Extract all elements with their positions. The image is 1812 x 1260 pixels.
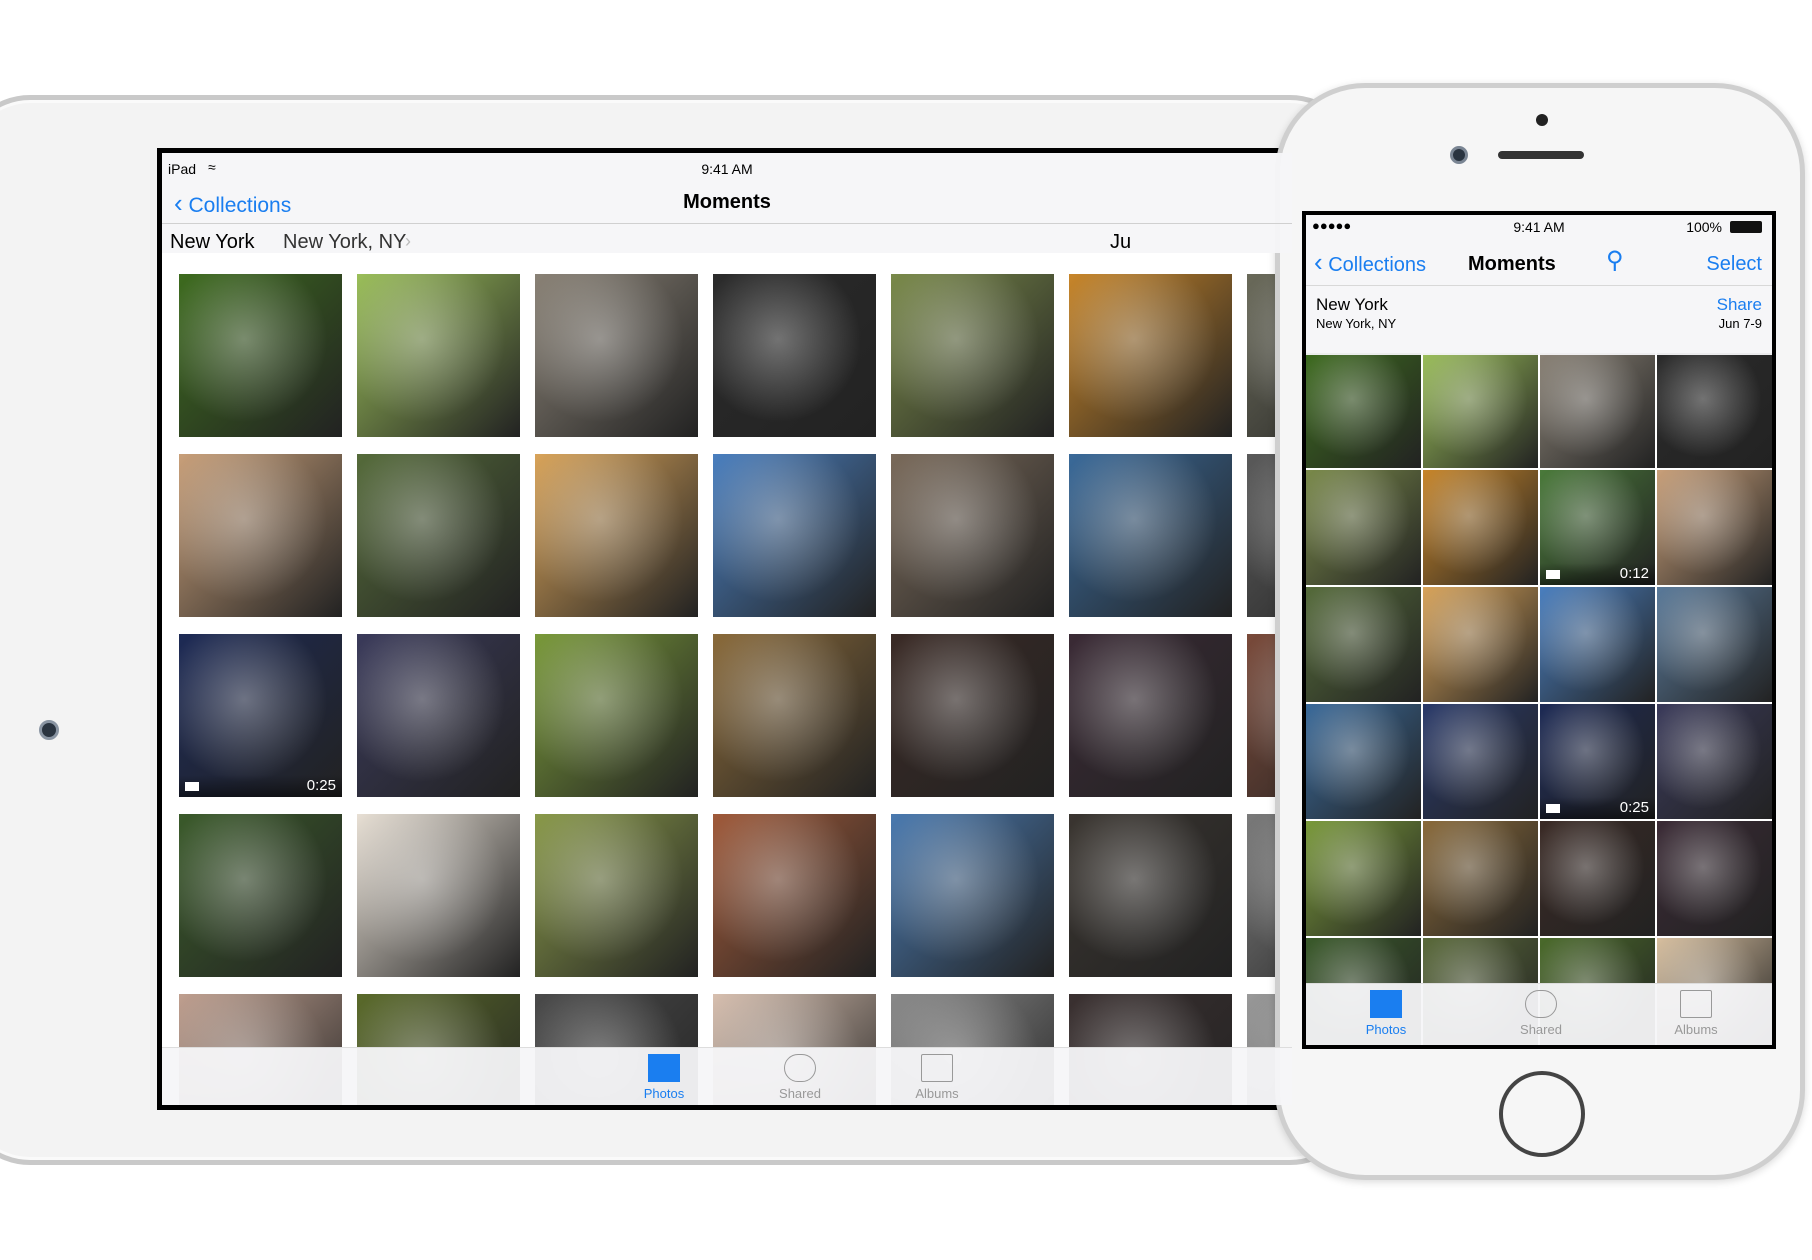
iphone-camera	[1450, 146, 1468, 164]
photo-thumbnail[interactable]	[1657, 704, 1772, 819]
back-label: Collections	[1328, 254, 1427, 276]
photo-thumbnail[interactable]	[179, 454, 342, 617]
status-time: 9:41 AM	[701, 161, 753, 177]
tab-label: Shared	[1520, 1022, 1562, 1037]
iphone-nav-bar: ●●●●● 9:41 AM 100% ‹ Collections Moments…	[1306, 215, 1772, 355]
share-button[interactable]: Share	[1717, 295, 1762, 315]
video-camera-icon	[1546, 804, 1560, 813]
photo-thumbnail[interactable]	[1069, 814, 1232, 977]
chevron-right-icon: ›	[405, 231, 411, 251]
photo-thumbnail[interactable]	[1540, 821, 1655, 936]
photos-icon	[648, 1054, 680, 1082]
photo-thumbnail[interactable]	[891, 454, 1054, 617]
battery-label: 100%	[1686, 219, 1722, 235]
photo-thumbnail[interactable]	[535, 454, 698, 617]
tab-label: Albums	[915, 1086, 959, 1101]
photo-thumbnail[interactable]	[357, 274, 520, 437]
photo-thumbnail[interactable]	[1657, 470, 1772, 585]
photo-thumbnail[interactable]	[1423, 587, 1538, 702]
ipad-screen: iPad ≈ 9:41 AM ‹ Collections Moments New…	[157, 148, 1297, 1110]
iphone-tab-bar: Photos Shared Albums	[1306, 983, 1772, 1045]
photo-thumbnail[interactable]	[179, 274, 342, 437]
video-duration: 0:25	[1540, 797, 1655, 819]
photo-thumbnail[interactable]	[713, 634, 876, 797]
section-date: Ju	[1110, 231, 1132, 253]
photo-thumbnail[interactable]	[357, 814, 520, 977]
photo-thumbnail[interactable]: 0:12	[1540, 470, 1655, 585]
photo-thumbnail[interactable]	[1306, 704, 1421, 819]
photo-thumbnail[interactable]	[357, 454, 520, 617]
section-location-link[interactable]: New York, NY	[283, 231, 406, 254]
ipad-camera	[39, 720, 59, 740]
tab-photos[interactable]: Photos	[1351, 990, 1421, 1037]
photo-thumbnail[interactable]	[1540, 353, 1655, 468]
tab-label: Photos	[643, 1086, 685, 1101]
photo-thumbnail[interactable]	[535, 634, 698, 797]
photo-thumbnail[interactable]: 0:25	[179, 634, 342, 797]
photo-thumbnail[interactable]	[535, 814, 698, 977]
tab-shared[interactable]: Shared	[765, 1054, 835, 1101]
photo-thumbnail[interactable]	[1069, 454, 1232, 617]
tab-label: Albums	[1674, 1022, 1718, 1037]
photo-thumbnail[interactable]	[1657, 821, 1772, 936]
chevron-left-icon: ‹	[1314, 247, 1323, 277]
page-title: Moments	[1468, 253, 1556, 275]
photo-thumbnail[interactable]	[891, 274, 1054, 437]
iphone-speaker	[1498, 151, 1584, 159]
tab-label: Photos	[1365, 1022, 1407, 1037]
photo-thumbnail[interactable]	[891, 814, 1054, 977]
photo-thumbnail[interactable]	[1306, 353, 1421, 468]
photo-thumbnail[interactable]	[713, 454, 876, 617]
photo-thumbnail[interactable]	[1540, 587, 1655, 702]
albums-icon	[921, 1054, 953, 1082]
video-camera-icon	[185, 782, 199, 791]
tab-albums[interactable]: Albums	[1661, 990, 1731, 1037]
search-icon[interactable]: ⚲	[1606, 246, 1624, 275]
photo-thumbnail[interactable]	[1423, 470, 1538, 585]
cloud-icon	[1525, 990, 1557, 1018]
photo-thumbnail[interactable]	[1423, 821, 1538, 936]
video-duration: 0:12	[1540, 563, 1655, 585]
photo-thumbnail[interactable]	[1423, 353, 1538, 468]
photo-thumbnail[interactable]	[891, 634, 1054, 797]
section-location-link[interactable]: New York, NY	[1316, 316, 1396, 331]
photo-thumbnail[interactable]	[357, 634, 520, 797]
video-duration: 0:25	[179, 775, 342, 797]
photo-thumbnail[interactable]	[1306, 821, 1421, 936]
photo-thumbnail[interactable]	[1069, 634, 1232, 797]
photo-thumbnail[interactable]	[713, 274, 876, 437]
section-title: New York	[1316, 295, 1388, 314]
photo-thumbnail[interactable]	[1657, 587, 1772, 702]
iphone-screen: ●●●●● 9:41 AM 100% ‹ Collections Moments…	[1302, 211, 1776, 1049]
photos-icon	[1370, 990, 1402, 1018]
tab-photos[interactable]: Photos	[629, 1054, 699, 1101]
section-title: New York	[170, 231, 255, 253]
battery-icon	[1730, 221, 1762, 233]
photo-thumbnail[interactable]: 0:25	[1540, 704, 1655, 819]
albums-icon	[1680, 990, 1712, 1018]
tab-albums[interactable]: Albums	[902, 1054, 972, 1101]
iphone-sensor	[1536, 114, 1548, 126]
photo-thumbnail[interactable]	[1069, 274, 1232, 437]
photo-thumbnail[interactable]	[1423, 704, 1538, 819]
tab-shared[interactable]: Shared	[1506, 990, 1576, 1037]
back-button[interactable]: ‹ Collections	[1314, 247, 1426, 278]
section-date: Jun 7-9	[1718, 316, 1762, 331]
select-button[interactable]: Select	[1706, 253, 1762, 276]
ipad-nav-bar: iPad ≈ 9:41 AM ‹ Collections Moments New…	[162, 153, 1292, 253]
photo-thumbnail[interactable]	[535, 274, 698, 437]
photo-thumbnail[interactable]	[1306, 470, 1421, 585]
video-camera-icon	[1546, 570, 1560, 579]
tab-label: Shared	[779, 1086, 821, 1101]
photo-thumbnail[interactable]	[1657, 353, 1772, 468]
ipad-tab-bar: Photos Shared Albums	[162, 1047, 1292, 1105]
photo-thumbnail[interactable]	[713, 814, 876, 977]
cloud-icon	[784, 1054, 816, 1082]
page-title: Moments	[683, 191, 771, 213]
home-button[interactable]	[1499, 1071, 1585, 1157]
photo-thumbnail[interactable]	[1306, 587, 1421, 702]
photo-thumbnail[interactable]	[179, 814, 342, 977]
